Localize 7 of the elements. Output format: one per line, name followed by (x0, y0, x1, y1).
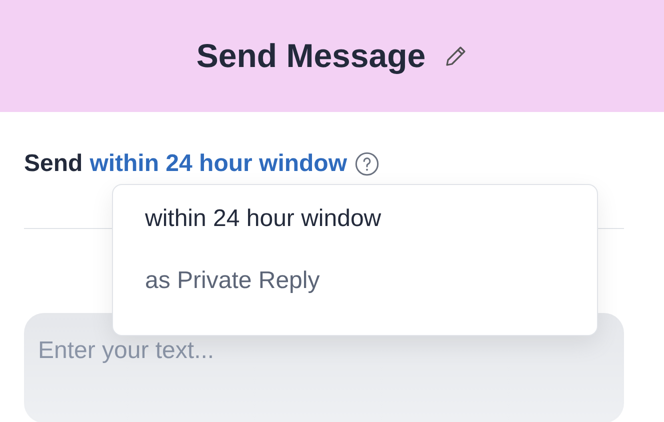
mode-link[interactable]: within 24 hour window (90, 150, 348, 178)
send-label: Send (24, 150, 83, 178)
edit-icon[interactable] (444, 44, 468, 68)
menu-option[interactable]: as Private Reply (145, 267, 320, 295)
help-icon[interactable] (354, 151, 380, 177)
menu-option[interactable]: within 24 hour window (145, 205, 382, 233)
dialog-title: Send Message (196, 37, 426, 75)
